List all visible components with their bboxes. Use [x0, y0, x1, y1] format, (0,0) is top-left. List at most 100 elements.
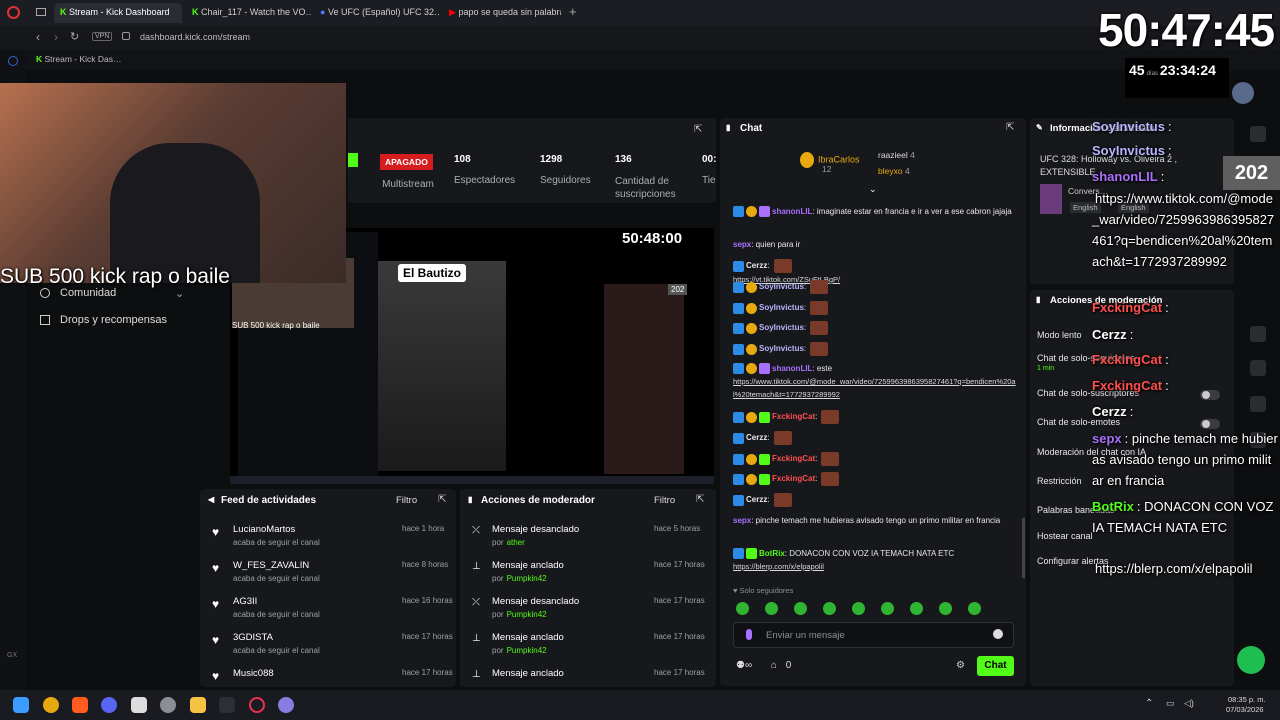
tray-network-icon[interactable]: ▭: [1166, 698, 1175, 709]
chat-username[interactable]: FxckingCat: [772, 412, 815, 421]
chat-message[interactable]: SoyInvictus:: [733, 280, 1018, 294]
chat-message[interactable]: sepx: quien para ir: [733, 238, 1018, 251]
emote-6[interactable]: [881, 602, 894, 615]
chat-username[interactable]: SoyInvictus: [759, 323, 804, 332]
chat-username[interactable]: shanonLIL: [772, 364, 812, 373]
chat-message[interactable]: FxckingCat:: [733, 452, 1018, 466]
chat-username[interactable]: SoyInvictus: [759, 344, 804, 353]
tab-papo[interactable]: ▶ papo se queda sin palabra…: [443, 3, 561, 23]
chat-username[interactable]: Cerzz: [746, 495, 767, 504]
emote-3[interactable]: [794, 602, 807, 615]
chat-username[interactable]: SoyInvictus: [759, 282, 804, 291]
chat-username[interactable]: shanonLIL: [772, 207, 812, 216]
chat-username[interactable]: sepx: [733, 516, 751, 525]
chat-message[interactable]: SoyInvictus:: [733, 342, 1018, 356]
gamepad-icon[interactable]: [219, 697, 235, 713]
chat-input-box[interactable]: Enviar un mensaje: [733, 622, 1014, 648]
chat-username[interactable]: sepx: [733, 240, 751, 249]
app-coin-icon[interactable]: [43, 697, 59, 713]
new-tab-icon[interactable]: +: [569, 4, 577, 19]
chat-username[interactable]: SoyInvictus: [759, 303, 804, 312]
sidebar-gx-icon[interactable]: GX: [7, 652, 17, 659]
chat-username[interactable]: Cerzz: [746, 433, 767, 442]
clock-date[interactable]: 07/03/2026: [1226, 705, 1264, 714]
sidebar-messenger-icon[interactable]: [8, 56, 18, 66]
tab-ufc[interactable]: ● Ve UFC (Español) UFC 32…: [314, 3, 440, 23]
forward-icon[interactable]: ›: [54, 30, 58, 44]
chat-link[interactable]: https://blerp.com/x/elpapolil: [733, 562, 824, 571]
chat-expand-icon[interactable]: ⇱: [1006, 122, 1014, 133]
chat-message[interactable]: BotRix: DONACON CON VOZ IA TEMACH NATA E…: [733, 547, 1018, 573]
chat-scrollbar[interactable]: [1022, 518, 1025, 578]
emote-8[interactable]: [939, 602, 952, 615]
pin-expander-icon[interactable]: ⌄: [869, 184, 877, 195]
tray-volume-icon[interactable]: ◁): [1184, 698, 1194, 709]
chat-message[interactable]: FxckingCat:: [733, 410, 1018, 424]
tab-kick-dashboard[interactable]: K Stream - Kick Dashboard: [54, 3, 182, 23]
points-icon[interactable]: ⌂: [771, 660, 777, 671]
obs-icon[interactable]: [278, 697, 294, 713]
clock-time[interactable]: 08:35 p. m.: [1228, 695, 1266, 704]
chat-message[interactable]: Cerzz:: [733, 431, 1018, 445]
moderator-name[interactable]: ather: [507, 538, 525, 547]
tray-chevron-icon[interactable]: ⌃: [1145, 698, 1153, 709]
emote-7[interactable]: [910, 602, 923, 615]
chat-input-field[interactable]: Enviar un mensaje: [766, 630, 845, 641]
chat-username[interactable]: BotRix: [759, 549, 785, 558]
chat-message[interactable]: sepx: pinche temach me hubieras avisado …: [733, 514, 1018, 527]
url-field[interactable]: dashboard.kick.com/stream: [140, 32, 250, 42]
help-button[interactable]: [1237, 646, 1265, 674]
chat-settings-icon[interactable]: ⚙: [956, 660, 965, 671]
emote-2[interactable]: [765, 602, 778, 615]
opera-gx-icon[interactable]: [249, 697, 265, 713]
folder-icon[interactable]: [190, 697, 206, 713]
back-icon[interactable]: ‹: [36, 30, 40, 44]
chat-message[interactable]: shanonLIL: imaginate estar en francia e …: [733, 205, 1018, 218]
moderator-name[interactable]: Pumpkin42: [507, 646, 547, 655]
chat-username[interactable]: Cerzz: [746, 261, 767, 270]
preview-taskbar: [230, 476, 714, 484]
mod-actions-filter-button[interactable]: Filtro: [654, 495, 675, 506]
bookmark-kick[interactable]: K Stream - Kick Das…: [36, 54, 122, 64]
chat-message[interactable]: Cerzz:: [733, 493, 1018, 507]
mod-actions-expand-icon[interactable]: ⇱: [696, 494, 704, 505]
emote-4[interactable]: [823, 602, 836, 615]
chat-username[interactable]: FxckingCat: [772, 454, 815, 463]
multistream-label[interactable]: Multistream: [376, 179, 440, 190]
tab-chair[interactable]: K Chair_117 - Watch the VO…: [186, 3, 311, 23]
reload-icon[interactable]: ↻: [70, 30, 79, 43]
chat-message[interactable]: SoyInvictus:: [733, 321, 1018, 335]
start-icon[interactable]: [13, 697, 29, 713]
workspaces-icon[interactable]: [36, 8, 46, 16]
moderator-name[interactable]: Pumpkin42: [507, 574, 547, 583]
opera-logo-icon[interactable]: [7, 6, 20, 19]
feed-filter-button[interactable]: Filtro: [396, 495, 417, 506]
chat-message[interactable]: shanonLIL: este https://www.tiktok.com/@m…: [733, 362, 1018, 401]
leader-2[interactable]: raazieel 4: [878, 150, 915, 160]
steam-icon[interactable]: [160, 697, 176, 713]
vpn-badge[interactable]: VPN: [92, 32, 113, 41]
store-icon[interactable]: [131, 697, 147, 713]
chat-message[interactable]: SoyInvictus:: [733, 301, 1018, 315]
emote-5[interactable]: [852, 602, 865, 615]
overlay-chat-user: FxckingCat: [1092, 352, 1163, 367]
emoji-picker-icon[interactable]: [993, 629, 1003, 639]
leader-3[interactable]: bleyxo 4: [878, 166, 910, 176]
feed-expand-icon[interactable]: ⇱: [438, 494, 446, 505]
sidebar-item-drops[interactable]: Drops y recompensas: [40, 314, 167, 326]
mic-icon[interactable]: [746, 629, 752, 640]
chat-username[interactable]: FxckingCat: [772, 474, 815, 483]
chat-send-button[interactable]: Chat: [977, 656, 1014, 676]
chat-link[interactable]: https://www.tiktok.com/@mode_war/video/7…: [733, 377, 1016, 399]
overlay-chat-line: BotRix: DONACON CON VOZ IA TEMACH NATA E…: [1092, 496, 1278, 538]
mod-tools-icon[interactable]: ⚉∞: [736, 660, 752, 671]
brave-icon[interactable]: [72, 697, 88, 713]
chat-message[interactable]: FxckingCat:: [733, 472, 1018, 486]
leader-1[interactable]: IbraCarlos 12: [800, 152, 860, 174]
activity-feed-panel: ◀ Feed de actividades Filtro ⇱: [200, 489, 456, 687]
expand-icon[interactable]: ⇱: [694, 124, 702, 135]
discord-icon[interactable]: [101, 697, 117, 713]
emote-9[interactable]: [968, 602, 981, 615]
moderator-name[interactable]: Pumpkin42: [507, 610, 547, 619]
emote-1[interactable]: [736, 602, 749, 615]
